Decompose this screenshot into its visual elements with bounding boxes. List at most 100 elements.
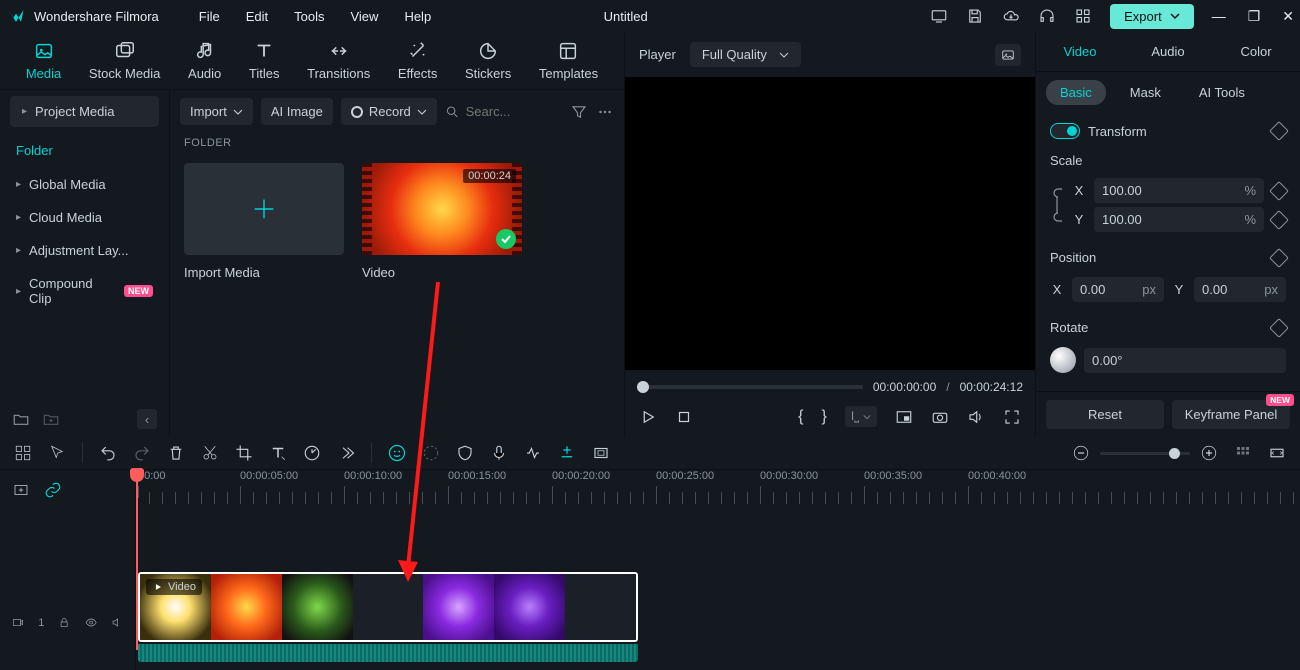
apps-icon[interactable] [1074, 7, 1092, 25]
keyframe-diamond-icon[interactable] [1269, 210, 1289, 230]
zoom-out-icon[interactable] [1072, 444, 1090, 462]
preview-viewport[interactable] [625, 77, 1035, 370]
speed-icon[interactable] [303, 444, 321, 462]
inspector-tab-audio[interactable]: Audio [1124, 32, 1212, 71]
preview-scrubber[interactable] [637, 385, 863, 389]
sidebar-item-global-media[interactable]: Global Media [0, 168, 169, 201]
ai-avatar-icon[interactable] [388, 444, 406, 462]
record-button[interactable]: Record [341, 98, 437, 125]
more-tools-icon[interactable] [337, 444, 355, 462]
keyframe-panel-button[interactable]: Keyframe PanelNEW [1172, 400, 1290, 429]
volume-icon[interactable] [967, 408, 985, 426]
transform-toggle[interactable] [1050, 123, 1080, 139]
audio-sync-icon[interactable] [524, 444, 542, 462]
media-clip-video[interactable]: 00:00:24 Video [362, 163, 522, 280]
sidebar-item-adjustment-layer[interactable]: Adjustment Lay... [0, 234, 169, 267]
support-icon[interactable] [1038, 7, 1056, 25]
rotate-input[interactable]: 0.00° [1084, 348, 1286, 373]
link-xy-icon[interactable] [1050, 187, 1064, 223]
timeline-ruler[interactable]: 00:00 00:00:05:00 00:00:10:00 00:00:15:0… [136, 470, 1300, 506]
frame-icon[interactable] [592, 444, 610, 462]
menu-tools[interactable]: Tools [294, 9, 324, 24]
filter-icon[interactable] [570, 103, 588, 121]
keyframe-diamond-icon[interactable] [1269, 121, 1289, 141]
pos-x-input[interactable]: 0.00px [1072, 277, 1164, 302]
mark-in-button[interactable]: { [798, 408, 803, 426]
track-visibility-icon[interactable] [85, 614, 97, 631]
media-search[interactable] [445, 103, 562, 121]
timeline-tracks[interactable]: 00:00 00:00:05:00 00:00:10:00 00:00:15:0… [136, 470, 1300, 670]
timeline-clip-audio[interactable] [138, 644, 638, 662]
keyframe-diamond-icon[interactable] [1269, 248, 1289, 268]
pos-y-input[interactable]: 0.00px [1194, 277, 1286, 302]
mark-out-button[interactable]: } [822, 408, 827, 426]
track-mute-icon[interactable] [111, 614, 123, 631]
sidebar-item-cloud-media[interactable]: Cloud Media [0, 201, 169, 234]
menu-file[interactable]: File [199, 9, 220, 24]
close-button[interactable]: ✕ [1282, 8, 1294, 25]
new-folder-icon[interactable] [12, 410, 30, 428]
tab-stock-media[interactable]: Stock Media [89, 40, 161, 81]
mic-icon[interactable] [490, 444, 508, 462]
cloud-icon[interactable] [1002, 7, 1020, 25]
reset-button[interactable]: Reset [1046, 400, 1164, 429]
track-lock-icon[interactable] [58, 614, 70, 631]
delete-icon[interactable] [167, 444, 185, 462]
scale-x-input[interactable]: 100.00% [1094, 178, 1264, 203]
save-icon[interactable] [966, 7, 984, 25]
fullscreen-icon[interactable] [1003, 408, 1021, 426]
scale-y-input[interactable]: 100.00% [1094, 207, 1264, 232]
cursor-icon[interactable] [48, 444, 66, 462]
marker-icon[interactable] [558, 444, 576, 462]
insert-mode-button[interactable]: I⎵ [845, 406, 877, 427]
menu-view[interactable]: View [350, 9, 378, 24]
play-button[interactable] [639, 408, 657, 426]
pip-icon[interactable] [895, 408, 913, 426]
new-bin-icon[interactable] [42, 410, 60, 428]
tab-transitions[interactable]: Transitions [307, 40, 370, 81]
subtab-ai-tools[interactable]: AI Tools [1185, 80, 1259, 105]
minimize-button[interactable]: — [1212, 8, 1226, 24]
inspector-tab-color[interactable]: Color [1212, 32, 1300, 71]
display-icon[interactable] [930, 7, 948, 25]
undo-icon[interactable] [99, 444, 117, 462]
redo-icon[interactable] [133, 444, 151, 462]
add-track-icon[interactable] [12, 481, 30, 499]
subtab-basic[interactable]: Basic [1046, 80, 1106, 105]
camera-icon[interactable] [931, 408, 949, 426]
link-icon[interactable] [44, 481, 62, 499]
shield-icon[interactable] [456, 444, 474, 462]
text-icon[interactable] [269, 444, 287, 462]
tab-audio[interactable]: Audio [188, 40, 221, 81]
stop-button[interactable] [675, 408, 693, 426]
import-media-tile[interactable]: Import Media [184, 163, 344, 280]
tab-templates[interactable]: Templates [539, 40, 598, 81]
sidebar-category-folder[interactable]: Folder [0, 133, 169, 168]
track-video-icon[interactable] [12, 614, 24, 631]
sidebar-header[interactable]: Project Media [10, 96, 159, 127]
cut-icon[interactable] [201, 444, 219, 462]
zoom-in-icon[interactable] [1200, 444, 1218, 462]
import-button[interactable]: Import [180, 98, 253, 125]
tab-stickers[interactable]: Stickers [465, 40, 511, 81]
zoom-slider[interactable] [1100, 452, 1190, 455]
tab-effects[interactable]: Effects [398, 40, 438, 81]
color-wheel-icon[interactable] [422, 444, 440, 462]
export-button[interactable]: Export [1110, 4, 1194, 29]
inspector-tab-video[interactable]: Video [1036, 32, 1124, 71]
sidebar-collapse-button[interactable]: ‹ [137, 409, 157, 429]
layout-icon[interactable] [14, 444, 32, 462]
subtab-mask[interactable]: Mask [1116, 80, 1175, 105]
tab-titles[interactable]: Titles [249, 40, 280, 81]
fit-icon[interactable] [1268, 444, 1286, 462]
menu-help[interactable]: Help [404, 9, 431, 24]
search-input[interactable] [466, 104, 562, 119]
quality-select[interactable]: Full Quality [690, 42, 801, 67]
timeline-clip-video[interactable]: Video [138, 572, 638, 642]
maximize-button[interactable]: ❐ [1248, 8, 1261, 25]
sidebar-item-compound-clip[interactable]: Compound ClipNEW [0, 267, 169, 315]
keyframe-diamond-icon[interactable] [1269, 181, 1289, 201]
crop-icon[interactable] [235, 444, 253, 462]
menu-edit[interactable]: Edit [246, 9, 268, 24]
keyframe-diamond-icon[interactable] [1269, 318, 1289, 338]
